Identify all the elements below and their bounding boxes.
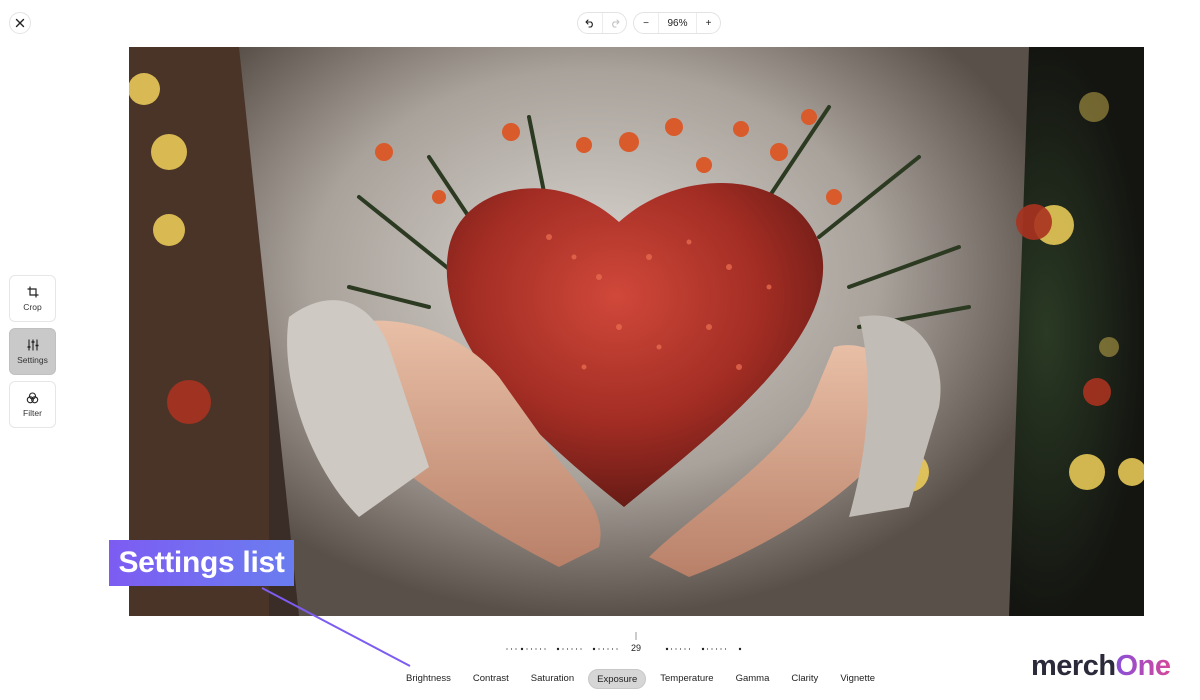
redo-button[interactable]: [602, 13, 626, 33]
undo-button[interactable]: [578, 13, 602, 33]
adjustment-ruler[interactable]: [505, 632, 745, 656]
filter-icon: [26, 391, 39, 403]
redo-icon: [611, 19, 620, 28]
annotation-label: Settings list: [109, 540, 294, 586]
editor: − 96% + Crop Settings Filter Settings li…: [0, 0, 1200, 700]
setting-temperature[interactable]: Temperature: [652, 669, 721, 689]
setting-clarity[interactable]: Clarity: [783, 669, 826, 689]
zoom-controls: − 96% +: [633, 12, 721, 34]
setting-vignette[interactable]: Vignette: [832, 669, 883, 689]
settings-tool-label: Settings: [17, 354, 48, 365]
setting-saturation[interactable]: Saturation: [523, 669, 582, 689]
settings-list: Brightness Contrast Saturation Exposure …: [395, 669, 886, 689]
setting-exposure[interactable]: Exposure: [588, 669, 647, 689]
setting-gamma[interactable]: Gamma: [728, 669, 778, 689]
brand-logo: merchOne: [1031, 650, 1171, 683]
settings-tool[interactable]: Settings: [9, 328, 56, 375]
filter-tool-label: Filter: [23, 407, 42, 418]
undo-icon: [585, 19, 593, 28]
filter-tool[interactable]: Filter: [9, 381, 56, 428]
brand-logo-part1: merch: [1031, 650, 1116, 682]
close-button[interactable]: [9, 12, 31, 34]
tool-rail: Crop Settings Filter: [9, 275, 56, 428]
close-icon: [15, 18, 25, 28]
zoom-out-button[interactable]: −: [634, 13, 658, 33]
zoom-in-button[interactable]: +: [696, 13, 720, 33]
zoom-level: 96%: [658, 13, 696, 33]
adjustment-value: 29: [630, 643, 641, 653]
crop-icon: [27, 286, 38, 297]
top-controls: − 96% +: [577, 12, 721, 34]
crop-tool[interactable]: Crop: [9, 275, 56, 322]
crop-tool-label: Crop: [23, 301, 42, 312]
photo-illustration: [129, 47, 1144, 616]
setting-contrast[interactable]: Contrast: [465, 669, 517, 689]
photo-canvas[interactable]: [129, 47, 1144, 616]
sliders-icon: [27, 339, 38, 350]
history-controls: [577, 12, 627, 34]
setting-brightness[interactable]: Brightness: [398, 669, 459, 689]
brand-logo-part2: One: [1115, 650, 1171, 682]
